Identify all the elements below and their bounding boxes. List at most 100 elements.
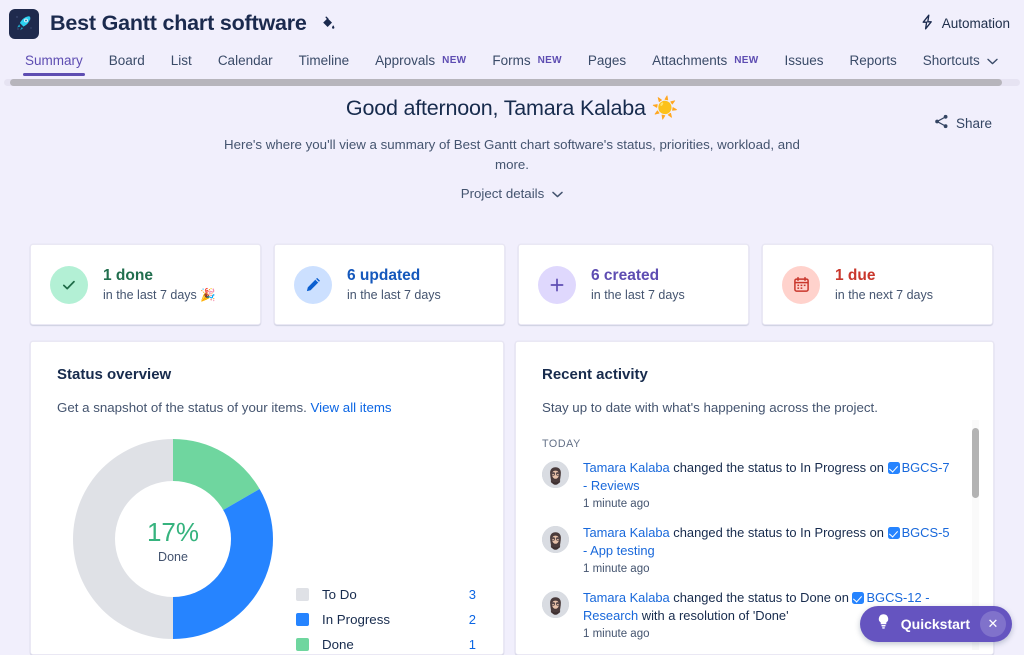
activity-actor-link[interactable]: Tamara Kalaba (583, 460, 670, 475)
chevron-down-icon (987, 53, 998, 68)
task-type-icon (887, 526, 900, 539)
legend-row[interactable]: Done 1 (296, 632, 476, 654)
nav-horizontal-scrollbar[interactable] (4, 79, 1020, 86)
nav-tab-label: Pages (587, 52, 627, 68)
nav-tab-list[interactable]: List (158, 49, 205, 76)
stat-period: in the last 7 days (591, 288, 685, 302)
stat-count: 1 due (835, 267, 876, 284)
greeting-subtitle: Here's where you'll view a summary of Be… (224, 137, 800, 172)
quickstart-button[interactable]: Quickstart ✕ (859, 606, 1012, 642)
nav-tab-reports[interactable]: Reports (836, 49, 909, 76)
status-legend: To Do3In Progress2Done1Total6 (296, 582, 476, 654)
nav-tab-calendar[interactable]: Calendar (205, 49, 286, 76)
nav-tab-forms[interactable]: Forms NEW (479, 49, 574, 76)
paint-bucket-icon[interactable] (319, 15, 336, 32)
activity-action-text: changed the status to In Progress on (669, 460, 888, 475)
legend-value: 3 (468, 587, 476, 602)
nav-tab-label: Timeline (298, 52, 350, 68)
activity-item: Tamara Kalaba changed the status to In P… (516, 524, 993, 589)
automation-label: Automation (941, 16, 1010, 31)
new-badge: NEW (734, 54, 759, 66)
nav-tab-pages[interactable]: Pages (575, 49, 639, 76)
chevron-down-icon (552, 186, 563, 201)
calendar-icon (782, 265, 820, 304)
activity-action-text: changed the status to Done on (669, 590, 853, 605)
view-all-items-link[interactable]: View all items (311, 400, 392, 415)
donut-svg: 17% Done (73, 439, 273, 639)
avatar[interactable] (542, 461, 569, 488)
stat-card[interactable]: 6 updated in the last 7 days (274, 244, 505, 325)
close-icon[interactable]: ✕ (980, 611, 1006, 637)
legend-row[interactable]: In Progress 2 (296, 607, 476, 632)
stat-card-row: 1 done in the last 7 days 🎉 6 updated in th… (30, 244, 993, 325)
nav-tab-shortcuts[interactable]: Shortcuts (910, 49, 1011, 76)
task-type-icon (887, 461, 900, 474)
rocket-icon (9, 8, 39, 39)
activity-body: Tamara Kalaba changed the status to In P… (583, 524, 955, 575)
nav-tab-summary[interactable]: Summary (12, 49, 96, 76)
stat-card[interactable]: 1 done in the last 7 days 🎉 (30, 244, 261, 325)
project-nav: Summary Board List Calendar Timeline Approval… (0, 47, 1024, 83)
legend-label: Done (322, 637, 354, 652)
nav-tab-label: Calendar (217, 52, 273, 68)
page-root: Best Gantt chart software Automation Sum… (0, 0, 1024, 655)
check-icon (50, 265, 88, 304)
stat-period: in the last 7 days (347, 288, 441, 302)
top-bar: Best Gantt chart software Automation (0, 0, 1024, 47)
stat-card-text: 6 created in the last 7 days (591, 266, 685, 303)
nav-tab-issues[interactable]: Issues (771, 49, 836, 76)
share-button[interactable]: Share (934, 114, 992, 132)
avatar[interactable] (542, 526, 569, 553)
status-overview-description: Get a snapshot of the status of your ite… (57, 399, 478, 417)
legend-value: 2 (468, 612, 476, 627)
activity-group-label: TODAY (542, 438, 581, 450)
activity-actor-link[interactable]: Tamara Kalaba (583, 525, 670, 540)
nav-tab-label: Issues (784, 52, 824, 68)
activity-timestamp: 1 minute ago (583, 498, 650, 510)
nav-tab-label: Attachments (652, 52, 728, 68)
nav-tab-label: Forms (492, 52, 531, 68)
legend-row[interactable]: To Do 3 (296, 582, 476, 607)
pencil-icon (294, 265, 332, 304)
nav-tab-label: Approvals (375, 52, 436, 68)
nav-tab-project-settings[interactable]: Project settings (1011, 49, 1024, 76)
stat-card-text: 1 done in the last 7 days 🎉 (103, 266, 216, 303)
nav-tab-label: List (170, 52, 192, 68)
stat-card[interactable]: 1 due in the next 7 days (762, 244, 993, 325)
automation-button[interactable]: Automation (920, 14, 1010, 33)
nav-tab-label: Reports (849, 52, 897, 68)
quickstart-label: Quickstart (900, 616, 970, 632)
legend-label: In Progress (322, 612, 390, 627)
nav-tab-attachments[interactable]: Attachments NEW (639, 49, 771, 76)
legend-swatch-icon (296, 638, 309, 651)
activity-action-text: changed the status to In Progress on (669, 525, 888, 540)
legend-swatch-icon (296, 613, 309, 626)
nav-tab-approvals[interactable]: Approvals NEW (362, 49, 479, 76)
lightbulb-icon (876, 613, 891, 635)
nav-tab-board[interactable]: Board (96, 49, 158, 76)
plus-icon (538, 265, 576, 304)
stat-card-text: 1 due in the next 7 days (835, 266, 933, 303)
share-label: Share (955, 115, 992, 131)
recent-activity-description: Stay up to date with what's happening ac… (542, 400, 878, 415)
new-badge: NEW (442, 54, 467, 66)
nav-scrollbar-thumb[interactable] (10, 79, 1002, 86)
new-badge: NEW (537, 54, 562, 66)
donut-center-value: 17% (147, 517, 199, 547)
avatar[interactable] (542, 591, 569, 618)
activity-suffix-text: with a resolution of 'Done' (638, 607, 789, 623)
project-details-toggle[interactable]: Project details (0, 186, 1024, 201)
activity-actor-link[interactable]: Tamara Kalaba (583, 590, 670, 605)
stat-count: 6 updated (347, 267, 421, 284)
nav-tab-label: Summary (25, 52, 83, 68)
nav-tab-list: Summary Board List Calendar Timeline Approval… (0, 47, 1024, 77)
nav-tab-timeline[interactable]: Timeline (286, 49, 363, 76)
status-donut-chart: 17% Done To Do3In Progress2Done1Total6 (31, 427, 503, 654)
stat-count: 6 created (591, 267, 660, 284)
status-overview-desc-text: Get a snapshot of the status of your ite… (57, 400, 307, 415)
greeting-section: Good afternoon, Tamara Kalaba ☀️ Here's … (0, 96, 1024, 201)
stat-card[interactable]: 6 created in the last 7 days (518, 244, 749, 325)
activity-body: Tamara Kalaba changed the status to In P… (583, 459, 955, 510)
project-details-label: Project details (460, 186, 545, 201)
activity-scrollbar-thumb[interactable] (972, 428, 979, 498)
